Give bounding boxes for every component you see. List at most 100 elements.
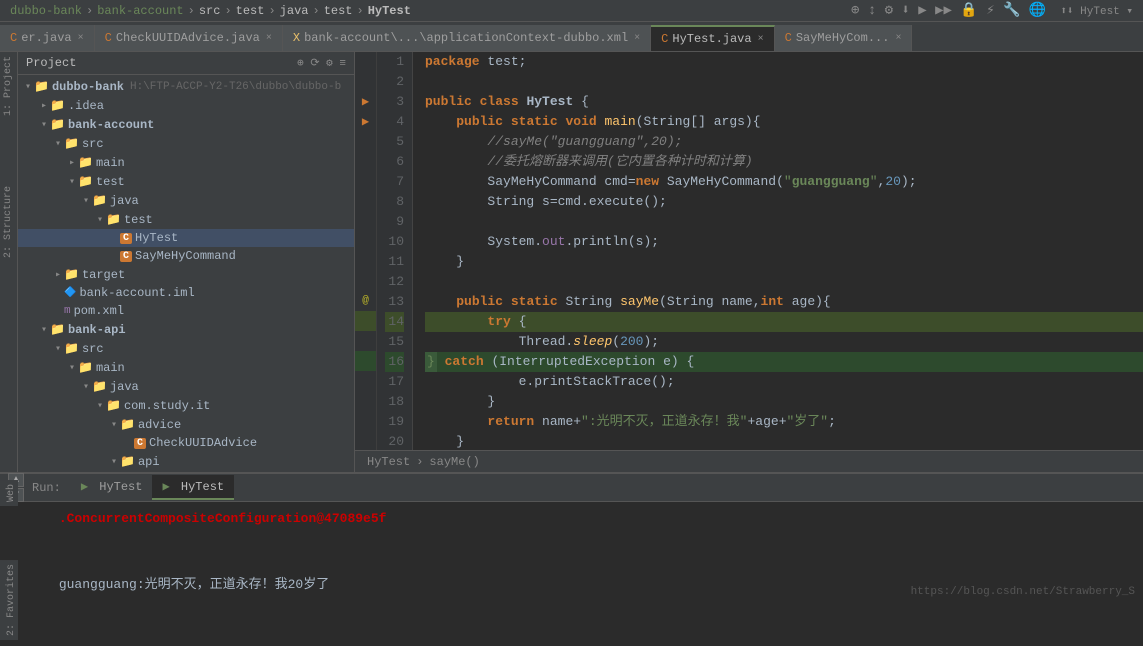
ln-13: 13 (385, 292, 404, 312)
tab-er-java[interactable]: C er.java × (0, 25, 95, 51)
tree-java-folder[interactable]: ▾ 📁 java (18, 191, 354, 210)
tree-test-inner[interactable]: ▾ 📁 test (18, 210, 354, 229)
code-line-15: Thread.sleep(200); (425, 332, 1143, 352)
crumb-test2[interactable]: test (324, 4, 353, 18)
folder-icon: 📁 (64, 267, 79, 282)
tree-advice[interactable]: ▾ 📁 advice (18, 415, 354, 434)
tree-saymehycommand[interactable]: C SayMeHyCommand (18, 247, 354, 265)
folder-icon: 📁 (50, 322, 65, 337)
gutter-7 (355, 171, 376, 191)
tree-checkuuidadvice[interactable]: C CheckUUIDAdvice (18, 434, 354, 452)
crumb-test[interactable]: test (236, 4, 265, 18)
file-tree[interactable]: ▾ 📁 dubbo-bank H:\FTP-ACCP-Y2-T26\dubbo\… (18, 75, 354, 472)
tree-extra: H:\FTP-ACCP-Y2-T26\dubbo\dubbo-b (130, 81, 341, 93)
tree-label: java (110, 380, 139, 394)
tree-com-study-it[interactable]: ▾ 📁 com.study.it (18, 396, 354, 415)
ln-14: 14 (385, 312, 404, 332)
tab-saymehycom[interactable]: C SayMeHyCom... × (775, 25, 913, 51)
java-class-icon: C (120, 251, 132, 262)
ln-6: 6 (385, 152, 404, 172)
crumb-dubbo-bank[interactable]: dubbo-bank (10, 4, 82, 18)
sidebar-icons[interactable]: ⊕ ⟳ ⚙ ≡ (297, 56, 346, 70)
tree-label: main (96, 361, 125, 375)
tree-label: src (82, 342, 104, 356)
expand-icon: ▾ (52, 343, 64, 355)
code-editor[interactable]: ▶ ▶ @ (355, 52, 1143, 472)
tree-bank-account[interactable]: ▾ 📁 bank-account (18, 115, 354, 134)
ln-16: 16 (385, 352, 404, 372)
crumb-bank-account[interactable]: bank-account (97, 4, 183, 18)
expand-icon: ▾ (94, 214, 106, 226)
ln-17: 17 (385, 372, 404, 392)
code-line-20: } (425, 432, 1143, 450)
run-label: Run: (32, 481, 61, 495)
expand-icon: ▾ (66, 176, 78, 188)
expand-icon: ▾ (108, 456, 120, 468)
tab-label-er: er.java (21, 31, 71, 45)
tree-api[interactable]: ▾ 📁 api (18, 452, 354, 471)
tree-pom[interactable]: m pom.xml (18, 302, 354, 320)
project-side-label[interactable]: 1: Project (3, 56, 14, 116)
tab-appcontext[interactable]: X bank-account\...\applicationContext-du… (283, 25, 651, 51)
folder-icon: 📁 (92, 379, 107, 394)
output-text-1: .ConcurrentCompositeConfiguration@47089e… (59, 511, 387, 526)
tree-dubbo-bank[interactable]: ▾ 📁 dubbo-bank H:\FTP-ACCP-Y2-T26\dubbo\… (18, 77, 354, 96)
tab-hytest[interactable]: C HyTest.java × (651, 25, 774, 51)
folder-icon: 📁 (120, 417, 135, 432)
tree-target[interactable]: ▸ 📁 target (18, 265, 354, 284)
java-class-icon: C (120, 233, 132, 244)
tab-label-appcontext: bank-account\...\applicationContext-dubb… (304, 31, 628, 45)
code-line-7: SayMeHyCommand cmd=new SayMeHyCommand("g… (425, 172, 1143, 192)
tree-iml[interactable]: 🔷 bank-account.iml (18, 284, 354, 302)
code-content[interactable]: package test; public class HyTest { publ… (413, 52, 1143, 450)
tree-idea[interactable]: ▸ 📁 .idea (18, 96, 354, 115)
java-icon: C (105, 31, 112, 45)
web-side-label[interactable]: Web (0, 480, 18, 506)
crumb-src[interactable]: src (199, 4, 221, 18)
tab-checkuuid[interactable]: C CheckUUIDAdvice.java × (95, 25, 283, 51)
bottom-tab-hytest-inactive[interactable]: ▶ HyTest (71, 475, 153, 500)
crumb-java[interactable]: java (280, 4, 309, 18)
crumb-hytest[interactable]: HyTest (368, 4, 411, 18)
code-line-13: public static String sayMe(String name,i… (425, 292, 1143, 312)
folder-icon: 📁 (50, 98, 65, 113)
exec-arrow-icon: ▶ (362, 94, 369, 109)
tree-java2[interactable]: ▾ 📁 java (18, 377, 354, 396)
gutter-3: ▶ (355, 92, 376, 112)
tree-label: test (96, 175, 125, 189)
tree-main2[interactable]: ▾ 📁 main (18, 358, 354, 377)
folder-icon: 📁 (106, 398, 121, 413)
top-right-nav[interactable]: ⬆⬇ HyTest ▾ (1060, 4, 1133, 18)
close-icon[interactable]: × (758, 34, 764, 45)
favorites-side-label[interactable]: 2: Favorites (0, 560, 18, 640)
ln-19: 19 (385, 412, 404, 432)
tree-label: pom.xml (74, 304, 124, 318)
tree-test[interactable]: ▾ 📁 test (18, 172, 354, 191)
ln-2: 2 (385, 72, 404, 92)
tree-main[interactable]: ▸ 📁 main (18, 153, 354, 172)
tree-hytest-file[interactable]: C HyTest (18, 229, 354, 247)
code-line-19: return name+":光明不灭，正道永存！我"+age+"岁了"; (425, 412, 1143, 432)
tree-src2[interactable]: ▾ 📁 src (18, 339, 354, 358)
close-icon[interactable]: × (266, 33, 272, 44)
close-icon[interactable]: × (78, 33, 84, 44)
tree-src[interactable]: ▾ 📁 src (18, 134, 354, 153)
code-line-1: package test; (425, 52, 1143, 72)
tree-label: main (96, 156, 125, 170)
gutter-6 (355, 152, 376, 172)
bottom-tab-hytest-active[interactable]: ▶ HyTest (152, 475, 234, 500)
code-line-2 (425, 72, 1143, 92)
gutter-4: ▶ (355, 112, 376, 132)
code-line-14: try { (425, 312, 1143, 332)
tree-bank-api[interactable]: ▾ 📁 bank-api (18, 320, 354, 339)
gutter: ▶ ▶ @ (355, 52, 377, 450)
folder-icon: 📁 (92, 193, 107, 208)
close-icon[interactable]: × (895, 33, 901, 44)
code-line-16: } catch (InterruptedException e) { (425, 352, 1143, 372)
tree-label: target (82, 268, 125, 282)
expand-icon: ▸ (52, 269, 64, 281)
close-icon[interactable]: × (634, 33, 640, 44)
structure-side-label[interactable]: 2: Structure (3, 186, 14, 258)
tree-label: bank-api (68, 323, 126, 337)
folder-icon: 📁 (78, 360, 93, 375)
